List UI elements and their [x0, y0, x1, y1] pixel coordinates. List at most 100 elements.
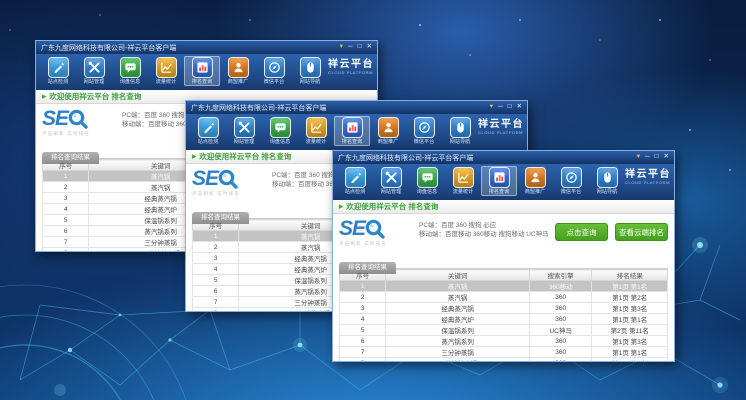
skin-menu-button[interactable]: ▾: [340, 44, 343, 51]
toolbar-item-union-promo[interactable]: 商盟推广: [220, 56, 256, 86]
table-row[interactable]: 2蒸汽锅360第1页 第2名: [340, 292, 668, 303]
brand-name: 祥云平台: [625, 170, 671, 180]
app-window-front: 广东九度网络科技有限公司-祥云平台客户端 ▾ ─ □ ✕ 站点检测 网站管理 询盘信…: [332, 150, 675, 362]
toolbar-item-rank-query[interactable]: 排名查询: [334, 116, 370, 146]
person-icon: [228, 57, 249, 78]
toolbar-item-inquiry-info[interactable]: 询盘信息: [112, 56, 148, 86]
toolbar-item-site-check[interactable]: 站点检测: [190, 116, 226, 146]
table-row[interactable]: 6蒸汽锅系列360第1页 第3名: [340, 336, 668, 347]
table-row[interactable]: 4经典蒸汽炉360第1页 第1名: [340, 314, 668, 325]
results-tab-strip: 排名查询结果: [339, 256, 668, 269]
toolbar-item-label: 网站管理: [234, 140, 254, 146]
table-cell: 360: [529, 314, 592, 325]
mouse-icon: [597, 167, 618, 188]
toolbar-item-site-check[interactable]: 站点检测: [40, 56, 76, 86]
table-cell: 第1页 第3名: [592, 336, 668, 347]
title-bar[interactable]: 广东九度网络科技有限公司-祥云平台客户端 ▾ ─ □ ✕: [36, 41, 377, 54]
title-bar[interactable]: 广东九度网络科技有限公司-祥云平台客户端 ▾ ─ □ ✕: [333, 151, 674, 164]
toolbar-item-label: 微信平台: [264, 80, 284, 86]
maximize-button[interactable]: □: [358, 44, 362, 51]
minimize-button[interactable]: ─: [498, 104, 503, 111]
chat-icon: [120, 57, 141, 78]
welcome-text: 欢迎使用祥云平台 排名查询: [199, 151, 291, 162]
window-title: 广东九度网络科技有限公司-祥云平台客户端: [41, 43, 340, 53]
skin-menu-button[interactable]: ▾: [490, 104, 493, 111]
table-row[interactable]: 3经典蒸汽锅360第1页 第3名: [340, 303, 668, 314]
window-title: 广东九度网络科技有限公司-祥云平台客户端: [338, 153, 637, 163]
toolbar-item-union-promo[interactable]: 商盟推广: [370, 116, 406, 146]
close-button[interactable]: ✕: [367, 44, 372, 51]
query-button[interactable]: 点击查询: [555, 223, 608, 241]
table-row[interactable]: 8三分钟蒸汽锅360第1页 第2名: [340, 358, 668, 363]
line-chart-icon: [453, 167, 474, 188]
toolbar-item-inquiry-info[interactable]: 询盘信息: [262, 116, 298, 146]
welcome-arrow-icon: ▶: [42, 94, 46, 100]
toolbar-item-union-promo[interactable]: 商盟推广: [517, 166, 553, 196]
brand-name: 祥云平台: [328, 60, 374, 70]
toolbar-item-traffic-stats[interactable]: 流量统计: [445, 166, 481, 196]
seo-logo: SE 点击刷新 实时排名: [339, 218, 417, 247]
view-cloud-rank-button[interactable]: 查看云端排名: [615, 223, 668, 241]
close-button[interactable]: ✕: [517, 104, 522, 111]
minimize-button[interactable]: ─: [645, 154, 650, 161]
brand-subtitle: CLOUD PLATFORM: [328, 70, 374, 75]
toolbar-item-label: 微信平台: [414, 140, 434, 146]
toolbar-item-traffic-stats[interactable]: 流量统计: [298, 116, 334, 146]
table-cell: 5: [43, 215, 89, 226]
table-cell: 7: [340, 347, 386, 358]
toolbar-item-rank-query[interactable]: 排名查询: [184, 56, 220, 86]
toolbar-item-label: 询盘信息: [417, 190, 437, 196]
toolbar-item-site-manage[interactable]: 网站管理: [226, 116, 262, 146]
toolbar-item-site-manage[interactable]: 网站管理: [373, 166, 409, 196]
toolbar-item-site-nav[interactable]: 网站导航: [442, 116, 478, 146]
toolbar-item-wechat-platform[interactable]: 微信平台: [256, 56, 292, 86]
pencil-icon: [345, 167, 366, 188]
toolbar: 站点检测网站管理询盘信息流量统计排名查询商盟推广微信平台网站导航 祥云平台 CL…: [333, 164, 674, 200]
table-cell: 蒸汽锅系列: [386, 336, 530, 347]
person-icon: [525, 167, 546, 188]
tools-icon: [234, 117, 255, 138]
toolbar-item-wechat-platform[interactable]: 微信平台: [553, 166, 589, 196]
toolbar-item-site-nav[interactable]: 网站导航: [292, 56, 328, 86]
table-cell: 360: [529, 292, 592, 303]
table-cell: 1: [43, 171, 89, 182]
table-row[interactable]: 7三分钟蒸锅360第1页 第1名: [340, 347, 668, 358]
maximize-button[interactable]: □: [508, 104, 512, 111]
toolbar-item-site-manage[interactable]: 网站管理: [76, 56, 112, 86]
line-chart-icon: [156, 57, 177, 78]
mouse-icon: [300, 57, 321, 78]
compass-icon: [561, 167, 582, 188]
seo-logo: SE 点击刷新 实时排名: [192, 168, 270, 197]
maximize-button[interactable]: □: [655, 154, 659, 161]
toolbar-item-rank-query[interactable]: 排名查询: [481, 166, 517, 196]
table-cell: 8: [193, 308, 239, 313]
table-cell: 7: [43, 237, 89, 248]
table-cell: 2: [43, 182, 89, 193]
table-row[interactable]: 1蒸汽锅360移动第1页 第1名: [340, 281, 668, 292]
toolbar-item-label: 商盟推广: [228, 80, 248, 86]
table-cell: 蒸汽锅: [386, 292, 530, 303]
toolbar-item-label: 站点检测: [345, 190, 365, 196]
table-cell: 3: [43, 193, 89, 204]
toolbar-item-label: 网站导航: [597, 190, 617, 196]
toolbar-item-label: 站点检测: [48, 80, 68, 86]
toolbar-item-inquiry-info[interactable]: 询盘信息: [409, 166, 445, 196]
table-cell: 360: [529, 303, 592, 314]
toolbar-item-label: 商盟推广: [525, 190, 545, 196]
title-bar[interactable]: 广东九度网络科技有限公司-祥云平台客户端 ▾ ─ □ ✕: [186, 101, 527, 114]
close-button[interactable]: ✕: [664, 154, 669, 161]
person-icon: [378, 117, 399, 138]
toolbar-item-site-nav[interactable]: 网站导航: [589, 166, 625, 196]
table-row[interactable]: 5保温锅系列UC神马第2页 第11名: [340, 325, 668, 336]
brand-name: 祥云平台: [478, 120, 524, 130]
minimize-button[interactable]: ─: [348, 44, 353, 51]
skin-menu-button[interactable]: ▾: [637, 154, 640, 161]
table-cell: 8: [340, 358, 386, 363]
toolbar-item-label: 网站管理: [381, 190, 401, 196]
toolbar-item-site-check[interactable]: 站点检测: [337, 166, 373, 196]
table-cell: 3: [340, 303, 386, 314]
table-cell: 4: [43, 204, 89, 215]
toolbar-item-traffic-stats[interactable]: 流量统计: [148, 56, 184, 86]
seo-logo-text: SE: [339, 219, 365, 239]
toolbar-item-wechat-platform[interactable]: 微信平台: [406, 116, 442, 146]
